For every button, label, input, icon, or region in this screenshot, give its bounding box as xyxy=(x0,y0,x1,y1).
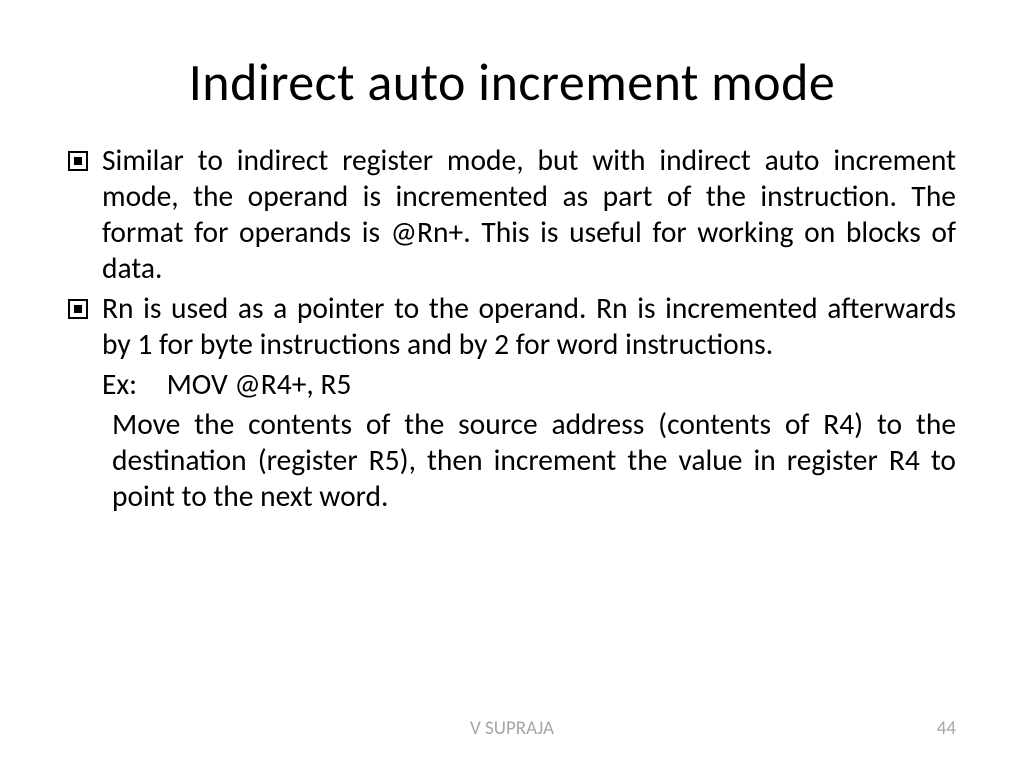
footer-author: V SUPRAJA xyxy=(0,717,1024,740)
page-number: 44 xyxy=(937,717,956,740)
example-code: Ex: MOV @R4+, R5 xyxy=(68,366,956,402)
slide-title: Indirect auto increment mode xyxy=(68,50,956,114)
square-dot-icon xyxy=(68,151,88,171)
square-dot-icon xyxy=(68,299,88,319)
bullet-item: Similar to indirect register mode, but w… xyxy=(68,142,956,286)
bullet-text: Similar to indirect register mode, but w… xyxy=(102,142,956,286)
slide-body: Similar to indirect register mode, but w… xyxy=(68,142,956,514)
bullet-item: Rn is used as a pointer to the operand. … xyxy=(68,290,956,362)
example-description: Move the contents of the source address … xyxy=(68,406,956,514)
bullet-text: Rn is used as a pointer to the operand. … xyxy=(102,290,956,362)
slide: Indirect auto increment mode Similar to … xyxy=(0,0,1024,768)
